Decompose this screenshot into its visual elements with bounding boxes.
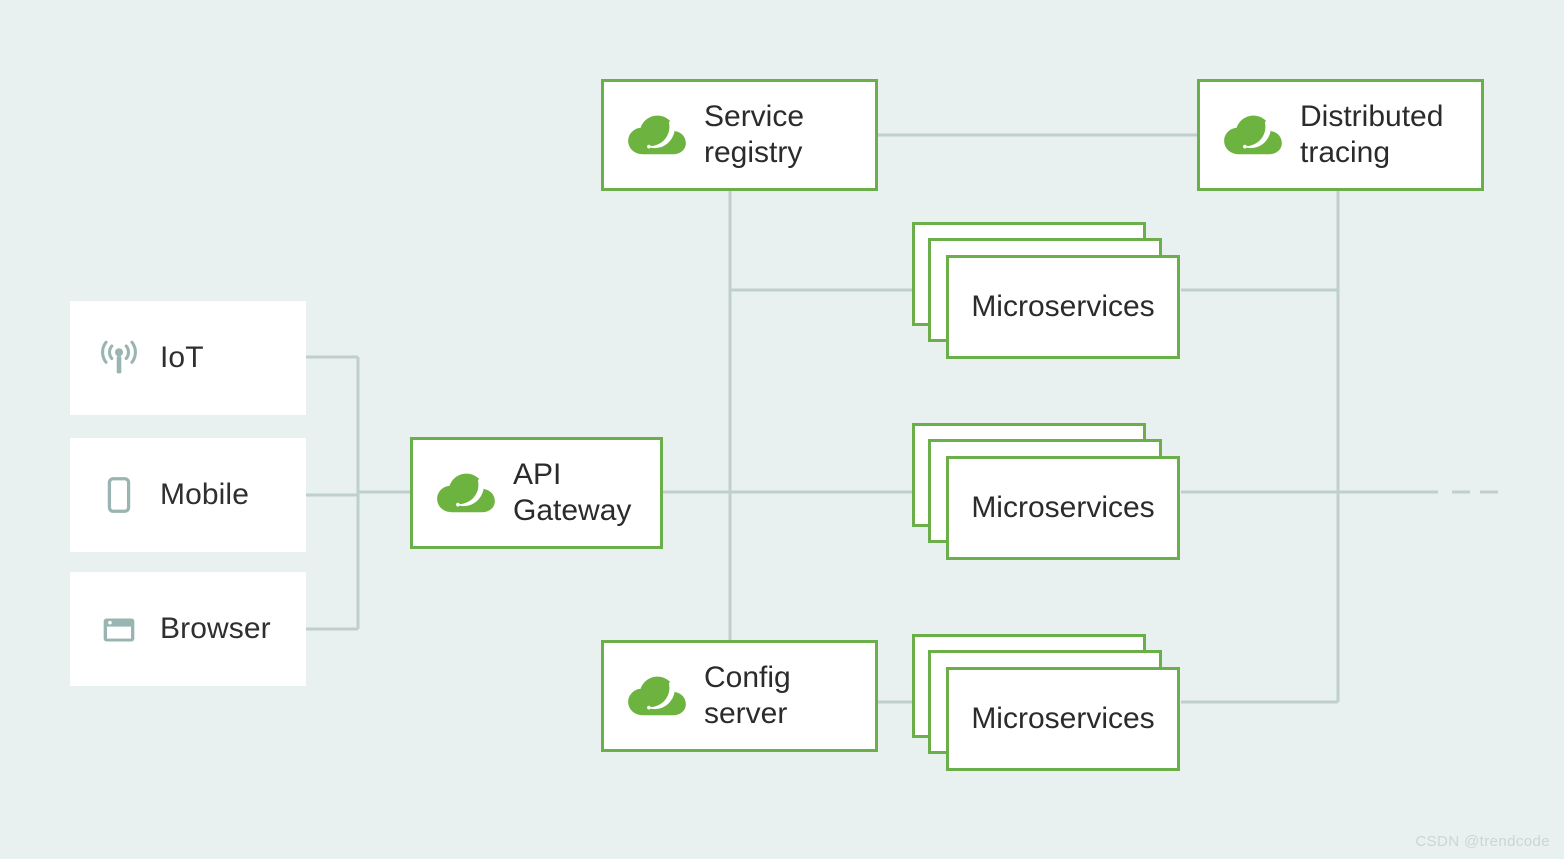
service-node-distributed-tracing[interactable]: Distributed tracing <box>1197 79 1484 191</box>
client-node-browser[interactable]: Browser <box>70 572 306 686</box>
service-label: Config server <box>704 661 791 730</box>
service-label: Service registry <box>704 100 805 169</box>
service-label: Distributed tracing <box>1300 100 1444 169</box>
client-label: Browser <box>160 612 271 645</box>
watermark: CSDN @trendcode <box>1415 833 1550 850</box>
mobile-phone-icon <box>96 472 142 518</box>
client-node-mobile[interactable]: Mobile <box>70 438 306 552</box>
service-node-api-gateway[interactable]: API Gateway <box>410 437 663 549</box>
spring-cloud-icon <box>626 671 688 721</box>
architecture-diagram: IoT Mobile Browser Service registry Dist… <box>0 0 1564 859</box>
service-label: API Gateway <box>513 458 632 527</box>
service-node-config-server[interactable]: Config server <box>601 640 878 752</box>
microservice-card-front[interactable]: Microservices <box>946 255 1180 359</box>
browser-window-icon <box>96 606 142 652</box>
spring-cloud-icon <box>435 468 497 518</box>
antenna-broadcast-icon <box>96 335 142 381</box>
microservices-stack-top[interactable]: Microservices <box>912 222 1182 367</box>
spring-cloud-icon <box>1222 110 1284 160</box>
microservices-label: Microservices <box>971 290 1155 323</box>
client-label: IoT <box>160 341 204 374</box>
microservices-stack-bottom[interactable]: Microservices <box>912 634 1182 779</box>
service-node-service-registry[interactable]: Service registry <box>601 79 878 191</box>
microservices-label: Microservices <box>971 491 1155 524</box>
client-label: Mobile <box>160 478 249 511</box>
microservices-label: Microservices <box>971 702 1155 735</box>
microservice-card-front[interactable]: Microservices <box>946 456 1180 560</box>
microservices-stack-middle[interactable]: Microservices <box>912 423 1182 568</box>
microservice-card-front[interactable]: Microservices <box>946 667 1180 771</box>
spring-cloud-icon <box>626 110 688 160</box>
client-node-iot[interactable]: IoT <box>70 301 306 415</box>
